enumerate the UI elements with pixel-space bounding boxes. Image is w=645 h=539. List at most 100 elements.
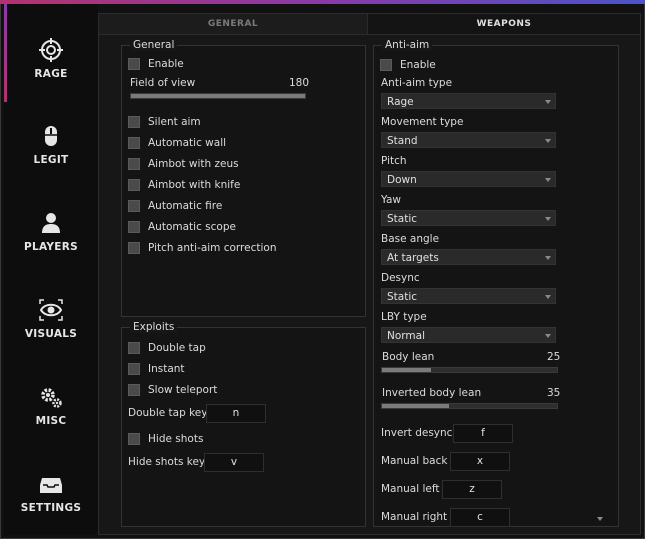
gears-icon — [41, 388, 62, 408]
checkbox-label: Silent aim — [148, 116, 201, 128]
chevron-down-icon — [545, 139, 551, 143]
manual-left-keybind[interactable]: z — [442, 480, 502, 499]
hide-shots-checkbox[interactable] — [128, 433, 140, 445]
dropdown-value: Static — [387, 213, 418, 225]
slider-fill — [382, 404, 449, 408]
invert-desync-keybind[interactable]: f — [453, 424, 513, 443]
main-panel: GENERAL WEAPONS General Enable Field of … — [98, 13, 641, 535]
silent-aim-checkbox[interactable] — [128, 116, 140, 128]
manual-back-keybind[interactable]: x — [450, 452, 510, 471]
inverted-body-lean-value: 35 — [547, 387, 561, 399]
inverted-body-lean-label: Inverted body lean — [382, 387, 482, 399]
checkbox-label: Enable — [400, 59, 436, 71]
manual-right-keybind[interactable]: c — [450, 508, 510, 527]
antiaim-group: Anti-aim Enable Anti-aim type Rage Movem… — [373, 39, 619, 527]
body-lean-value: 25 — [547, 351, 561, 363]
tab-bar: GENERAL WEAPONS — [99, 14, 640, 35]
dropdown-value: At targets — [387, 252, 439, 264]
yaw-dropdown[interactable]: Static — [381, 210, 556, 226]
general-group: General Enable Field of view 180 Silent … — [121, 39, 366, 317]
base-angle-label: Base angle — [381, 233, 440, 245]
antiaim-type-dropdown[interactable]: Rage — [381, 93, 556, 109]
movement-type-label: Movement type — [381, 116, 464, 128]
dropdown-value: Rage — [387, 96, 414, 108]
automatic-fire-checkbox[interactable] — [128, 200, 140, 212]
yaw-label: Yaw — [381, 194, 401, 206]
double-tap-keybind[interactable]: n — [206, 404, 266, 423]
dropdown-value: Down — [387, 174, 417, 186]
fov-slider[interactable] — [130, 93, 306, 99]
chevron-down-icon — [545, 334, 551, 338]
sidebar-item-label: PLAYERS — [23, 241, 79, 253]
sidebar-item-label: RAGE — [34, 68, 68, 80]
body-lean-label: Body lean — [382, 351, 435, 363]
invert-desync-label: Invert desync — [381, 427, 453, 439]
eye-icon — [39, 299, 63, 321]
desync-dropdown[interactable]: Static — [381, 288, 556, 304]
sidebar-item-visuals[interactable]: VISUALS — [4, 298, 98, 358]
pitch-correction-checkbox[interactable] — [128, 242, 140, 254]
sidebar-item-players[interactable]: PLAYERS — [4, 211, 98, 271]
aimbot-knife-checkbox[interactable] — [128, 179, 140, 191]
slider-fill — [382, 368, 431, 372]
fov-value: 180 — [289, 77, 310, 89]
chevron-down-icon — [545, 178, 551, 182]
dropdown-value: Stand — [387, 135, 418, 147]
base-angle-dropdown[interactable]: At targets — [381, 249, 556, 265]
dropdown-value: Normal — [387, 330, 425, 342]
antiaim-enable-checkbox[interactable] — [380, 59, 392, 71]
aimbot-zeus-checkbox[interactable] — [128, 158, 140, 170]
crosshair-icon — [39, 38, 63, 62]
checkbox-label: Enable — [148, 58, 184, 70]
user-icon — [42, 213, 60, 233]
double-tap-key-label: Double tap key — [128, 407, 208, 419]
checkbox-label: Automatic fire — [148, 200, 223, 212]
antiaim-type-label: Anti-aim type — [381, 77, 453, 89]
sidebar-item-label: VISUALS — [24, 328, 78, 340]
sidebar-item-rage[interactable]: RAGE — [4, 38, 98, 98]
sidebar-item-label: SETTINGS — [20, 502, 82, 514]
checkbox-label: Slow teleport — [148, 384, 218, 396]
sidebar: RAGE LEGIT PLAYERS VISUALS MISC SETTINGS — [4, 4, 98, 535]
scroll-down-icon[interactable] — [597, 517, 603, 521]
hide-shots-key-label: Hide shots key — [128, 456, 206, 468]
automatic-scope-checkbox[interactable] — [128, 221, 140, 233]
checkbox-label: Aimbot with knife — [148, 179, 241, 191]
movement-type-dropdown[interactable]: Stand — [381, 132, 556, 148]
checkbox-label: Automatic wall — [148, 137, 227, 149]
checkbox-label: Aimbot with zeus — [148, 158, 239, 170]
exploits-group: Exploits Double tap Instant Slow telepor… — [121, 321, 366, 527]
checkbox-label: Hide shots — [148, 433, 204, 445]
chevron-down-icon — [545, 217, 551, 221]
sidebar-item-settings[interactable]: SETTINGS — [4, 472, 98, 532]
dropdown-value: Static — [387, 291, 418, 303]
manual-right-label: Manual right — [381, 511, 448, 523]
checkbox-label: Pitch anti-aim correction — [148, 242, 277, 254]
inbox-icon — [40, 478, 62, 493]
tab-general[interactable]: GENERAL — [99, 14, 368, 35]
mouse-icon — [45, 126, 57, 146]
checkbox-label: Instant — [148, 363, 185, 375]
lby-type-label: LBY type — [381, 311, 427, 323]
body-lean-slider[interactable] — [381, 367, 558, 373]
inverted-body-lean-slider[interactable] — [381, 403, 558, 409]
instant-checkbox[interactable] — [128, 363, 140, 375]
chevron-down-icon — [545, 295, 551, 299]
desync-label: Desync — [381, 272, 420, 284]
enable-checkbox[interactable] — [128, 58, 140, 70]
manual-left-label: Manual left — [381, 483, 440, 495]
tab-weapons[interactable]: WEAPONS — [368, 14, 640, 35]
group-title: General — [130, 39, 178, 51]
pitch-dropdown[interactable]: Down — [381, 171, 556, 187]
sidebar-item-misc[interactable]: MISC — [4, 385, 98, 445]
sidebar-item-label: LEGIT — [33, 154, 69, 166]
sidebar-item-legit[interactable]: LEGIT — [4, 124, 98, 184]
automatic-wall-checkbox[interactable] — [128, 137, 140, 149]
group-title: Anti-aim — [382, 39, 433, 51]
lby-type-dropdown[interactable]: Normal — [381, 327, 556, 343]
checkbox-label: Double tap — [148, 342, 206, 354]
slow-teleport-checkbox[interactable] — [128, 384, 140, 396]
hide-shots-keybind[interactable]: v — [204, 453, 264, 472]
chevron-down-icon — [545, 256, 551, 260]
double-tap-checkbox[interactable] — [128, 342, 140, 354]
